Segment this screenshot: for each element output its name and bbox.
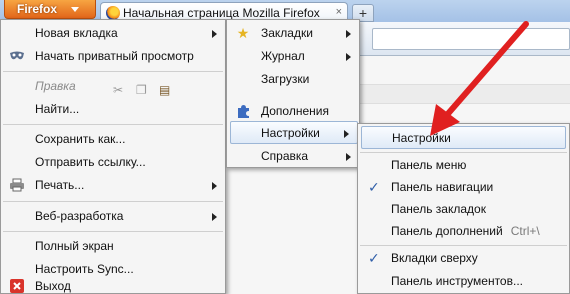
submenu-arrow-icon [346,30,351,38]
menu-item-label: Новая вкладка [35,26,118,40]
menu-item-label: Справка [261,149,309,163]
firefox-logo-icon [106,6,120,20]
menu-item-label: Настройки [261,126,320,140]
menu-item-exit[interactable]: Выход [1,278,225,294]
menu-item-label: Настройки [392,131,451,145]
menu-item-label: Печать... [35,178,85,192]
menu-item-label: Вкладки сверху [391,251,478,265]
menu-separator [3,231,223,232]
dropdown-arrow-icon [71,7,79,12]
options-item-tabs-on-top[interactable]: ✓ Вкладки сверху [358,247,569,270]
menu-item-addons[interactable]: Дополнения [227,100,359,123]
menu-item-history[interactable]: Журнал [227,45,359,68]
submenu-arrow-icon [346,153,351,161]
firefox-menu-label: Firefox [17,2,58,16]
menu-separator [3,201,223,202]
menu-item-label: Веб-разработка [35,209,124,223]
menu-item-private-browsing[interactable]: Начать приватный просмотр [1,45,225,68]
menu-item-bookmarks[interactable]: ★ Закладки [227,22,359,45]
menu-item-label: Панель закладок [391,202,486,216]
close-tab-icon[interactable]: × [336,6,342,18]
menu-item-options[interactable]: Настройки [230,121,358,144]
menu-item-print[interactable]: Печать... [1,174,225,197]
options-item-addon-bar[interactable]: Панель дополнений Ctrl+\ [358,220,569,243]
menu-item-label: Настроить Sync... [35,262,134,276]
submenu-arrow-icon [212,213,217,221]
menu-item-label: Найти... [35,102,80,116]
paste-icon: ▤ [159,83,171,97]
menu-item-label: Журнал [261,49,305,63]
menu-separator [360,152,567,153]
submenu-arrow-icon [212,30,217,38]
options-item-settings[interactable]: Настройки [361,126,566,149]
menu-item-label: Выход [35,279,71,293]
menu-item-label: Панель дополнений [391,224,503,238]
menu-item-new-tab[interactable]: Новая вкладка [1,22,225,45]
menu-item-label: Панель инструментов... [391,274,523,288]
options-item-customize-toolbar[interactable]: Панель инструментов... [358,270,569,293]
edit-icons-group: ✂ ❐ ▤ [111,79,171,97]
menu-separator [3,71,223,72]
options-item-bookmarks-toolbar[interactable]: Панель закладок [358,198,569,221]
menu-item-find[interactable]: Найти... [1,98,225,121]
menu-item-label: Сохранить как... [35,132,126,146]
puzzle-icon [235,104,251,119]
menu-item-edit: Правка ✂ ❐ ▤ [1,75,225,98]
mask-icon [9,49,25,64]
menu-item-full-screen[interactable]: Полный экран [1,235,225,258]
menu-item-label: Панель навигации [391,180,494,194]
options-item-navigation-toolbar[interactable]: ✓ Панель навигации [358,176,569,199]
checkmark-icon: ✓ [368,250,380,266]
menu-item-web-developer[interactable]: Веб-разработка [1,205,225,228]
menu-item-label: Закладки [261,26,313,40]
exit-icon [9,279,25,294]
menu-item-label: Дополнения [261,104,329,118]
options-item-menu-bar[interactable]: Панель меню [358,154,569,177]
menu-item-label: Начать приватный просмотр [35,49,194,63]
menu-item-save-as[interactable]: Сохранить как... [1,128,225,151]
menu-item-label: Полный экран [35,239,114,253]
firefox-side-menu: ★ Закладки Журнал Загрузки Дополнения На… [226,19,360,168]
menu-item-label: Панель меню [391,158,467,172]
cut-icon: ✂ [112,83,124,97]
url-bar[interactable] [372,28,570,50]
star-icon: ★ [236,25,250,41]
copy-icon: ❐ [135,83,147,97]
menu-item-downloads[interactable]: Загрузки [227,68,359,91]
checkmark-icon: ✓ [368,179,380,195]
content-band [360,84,570,104]
menu-separator [360,245,567,246]
firefox-main-menu: Новая вкладка Начать приватный просмотр … [0,19,226,294]
submenu-arrow-icon [346,53,351,61]
submenu-arrow-icon [344,130,349,138]
menu-item-shortcut: Ctrl+\ [510,224,540,238]
printer-icon [9,178,25,193]
menu-item-label: Отправить ссылку... [35,155,146,169]
menu-separator [3,124,223,125]
menu-item-label: Загрузки [261,72,310,86]
submenu-arrow-icon [212,182,217,190]
menu-item-help[interactable]: Справка [227,145,359,168]
options-submenu: Настройки Панель меню ✓ Панель навигации… [357,123,570,294]
tab-title: Начальная страница Mozilla Firefox [123,6,320,20]
menu-item-send-link[interactable]: Отправить ссылку... [1,151,225,174]
menu-item-label: Правка [35,79,76,93]
firefox-menu-button[interactable]: Firefox [4,0,96,19]
